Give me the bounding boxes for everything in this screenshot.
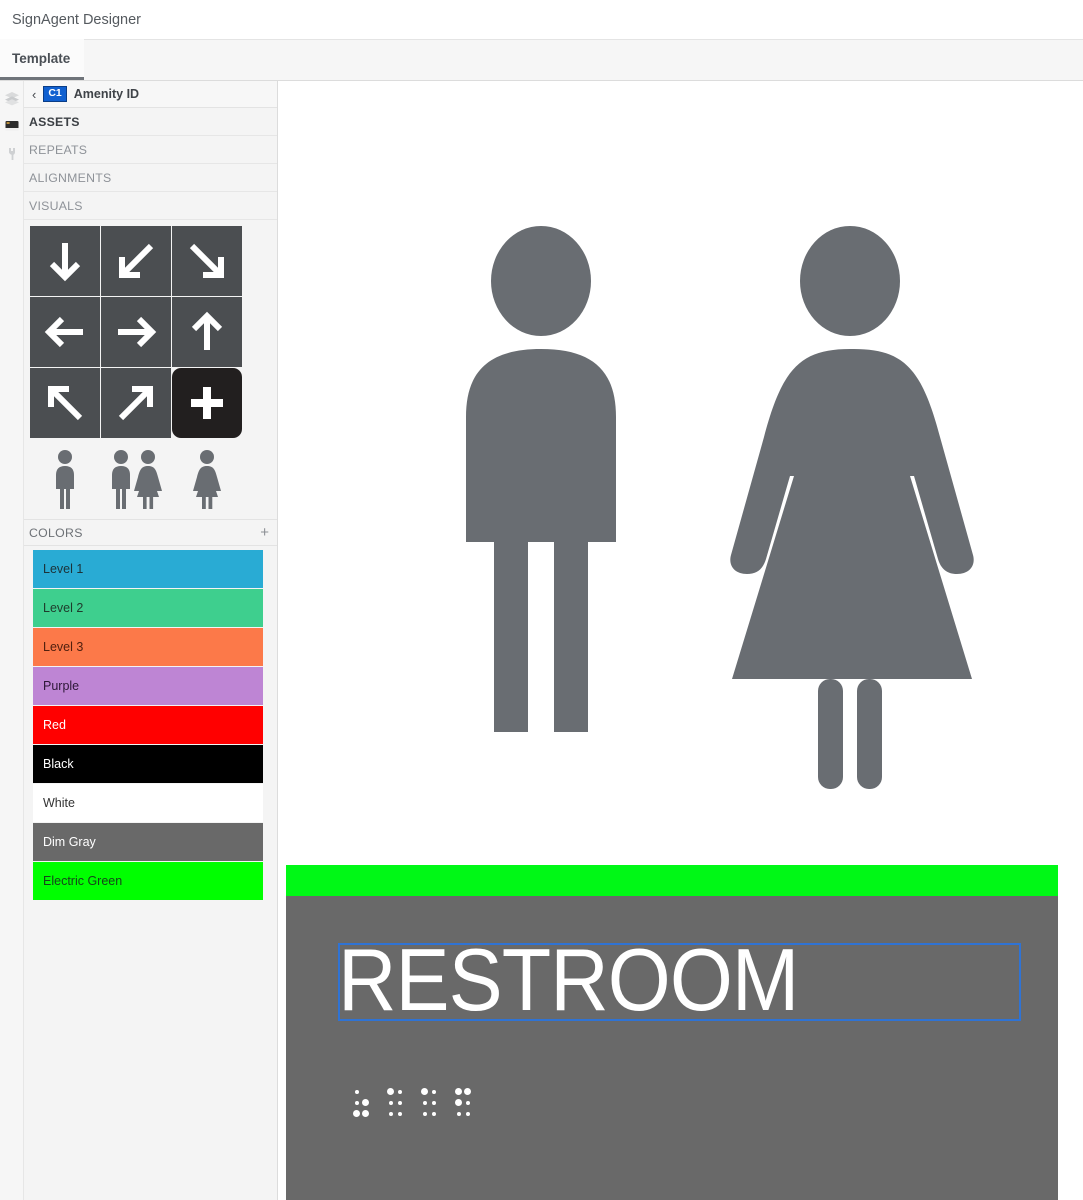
braille-dot bbox=[397, 1111, 402, 1116]
color-swatch[interactable]: Electric Green bbox=[33, 862, 263, 900]
colors-title: COLORS bbox=[29, 525, 83, 540]
man-pictogram[interactable] bbox=[30, 441, 100, 509]
color-swatch[interactable]: Red bbox=[33, 706, 263, 744]
main-body: ‹ C1 Amenity ID ASSETS REPEATS ALIGNMENTS… bbox=[0, 81, 1083, 1200]
sidebar-item-visuals-label: VISUALS bbox=[29, 198, 83, 213]
color-swatch[interactable]: Level 3 bbox=[33, 628, 263, 666]
braille-dot bbox=[362, 1088, 369, 1095]
color-swatch-label: Dim Gray bbox=[43, 835, 96, 849]
color-swatch-label: Level 3 bbox=[43, 640, 84, 654]
arrow-up-left-tile[interactable] bbox=[30, 368, 100, 438]
braille-dot bbox=[455, 1088, 462, 1095]
braille-dot bbox=[353, 1110, 360, 1117]
color-swatch[interactable]: Level 1 bbox=[33, 550, 263, 588]
braille-dot bbox=[354, 1089, 359, 1094]
breadcrumb: ‹ C1 Amenity ID bbox=[24, 81, 277, 108]
sidebar-item-alignments-label: ALIGNMENTS bbox=[29, 170, 112, 185]
braille-cell bbox=[386, 1086, 404, 1119]
layers-icon[interactable] bbox=[3, 89, 21, 107]
icon-rail bbox=[0, 81, 24, 1200]
sidebar-item-repeats[interactable]: REPEATS bbox=[24, 136, 277, 164]
left-panel: ‹ C1 Amenity ID ASSETS REPEATS ALIGNMENTS… bbox=[24, 81, 278, 1200]
breadcrumb-label: Amenity ID bbox=[73, 87, 140, 101]
breadcrumb-back-icon[interactable]: ‹ bbox=[32, 88, 36, 101]
canvas-pictograms[interactable] bbox=[348, 151, 988, 826]
plus-tile[interactable] bbox=[172, 368, 242, 438]
color-swatch[interactable]: Dim Gray bbox=[33, 823, 263, 861]
pictogram-row bbox=[30, 441, 277, 509]
sidebar-item-assets-label: ASSETS bbox=[29, 114, 80, 129]
board-icon[interactable] bbox=[3, 117, 21, 135]
braille-cell bbox=[454, 1086, 472, 1119]
colors-block: COLORS + Level 1 Level 2 Level 3 Purple … bbox=[24, 519, 277, 909]
man-woman-pictogram[interactable] bbox=[101, 441, 171, 509]
braille-dot bbox=[388, 1111, 393, 1116]
color-swatch[interactable]: Level 2 bbox=[33, 589, 263, 627]
assets-area bbox=[24, 220, 277, 519]
asset-tile-grid bbox=[30, 226, 277, 438]
color-swatch[interactable]: Black bbox=[33, 745, 263, 783]
color-swatch-label: Black bbox=[43, 757, 74, 771]
color-swatch-label: Electric Green bbox=[43, 874, 123, 888]
tab-template[interactable]: Template bbox=[0, 39, 85, 80]
app-title: SignAgent Designer bbox=[12, 11, 141, 28]
sidebar-item-assets[interactable]: ASSETS bbox=[24, 108, 277, 136]
sidebar-item-alignments[interactable]: ALIGNMENTS bbox=[24, 164, 277, 192]
color-swatch-label: Level 2 bbox=[43, 601, 84, 615]
braille-dot bbox=[397, 1089, 402, 1094]
color-swatch-label: Purple bbox=[43, 679, 80, 693]
selection-box[interactable] bbox=[338, 943, 1021, 1021]
braille-dot bbox=[455, 1099, 462, 1106]
braille-cell bbox=[420, 1086, 438, 1119]
braille-dot bbox=[422, 1100, 427, 1105]
color-swatch-label: Level 1 bbox=[43, 562, 84, 576]
sign-body[interactable]: RESTROOM bbox=[286, 896, 1058, 1200]
arrow-right-tile[interactable] bbox=[101, 297, 171, 367]
braille-dot bbox=[362, 1099, 369, 1106]
add-color-icon[interactable]: + bbox=[260, 525, 269, 540]
braille-row bbox=[352, 1086, 472, 1119]
breadcrumb-badge[interactable]: C1 bbox=[43, 85, 67, 102]
color-swatch-list: Level 1 Level 2 Level 3 Purple Red Black… bbox=[24, 546, 277, 909]
sign-color-bar[interactable] bbox=[286, 865, 1058, 896]
design-canvas[interactable]: RESTROOM bbox=[278, 81, 1083, 1200]
braille-dot bbox=[431, 1100, 436, 1105]
braille-dot bbox=[354, 1100, 359, 1105]
color-swatch[interactable]: White bbox=[33, 784, 263, 822]
braille-dot bbox=[464, 1088, 471, 1095]
arrow-down-tile[interactable] bbox=[30, 226, 100, 296]
woman-pictogram[interactable] bbox=[172, 441, 242, 509]
braille-dot bbox=[431, 1089, 436, 1094]
braille-dot bbox=[431, 1111, 436, 1116]
color-swatch[interactable]: Purple bbox=[33, 667, 263, 705]
braille-dot bbox=[397, 1100, 402, 1105]
braille-dot bbox=[456, 1111, 461, 1116]
braille-dot bbox=[388, 1100, 393, 1105]
braille-dot bbox=[465, 1100, 470, 1105]
tab-strip: Template bbox=[0, 39, 1083, 81]
arrow-left-tile[interactable] bbox=[30, 297, 100, 367]
sidebar-item-repeats-label: REPEATS bbox=[29, 142, 88, 157]
colors-header: COLORS + bbox=[24, 519, 277, 546]
braille-cell bbox=[352, 1086, 370, 1119]
braille-dot bbox=[387, 1088, 394, 1095]
sidebar-item-visuals[interactable]: VISUALS bbox=[24, 192, 277, 220]
app-titlebar: SignAgent Designer bbox=[0, 0, 1083, 40]
arrow-down-right-tile[interactable] bbox=[172, 226, 242, 296]
braille-dot bbox=[465, 1111, 470, 1116]
arrow-up-tile[interactable] bbox=[172, 297, 242, 367]
braille-dot bbox=[421, 1088, 428, 1095]
color-swatch-label: White bbox=[43, 796, 75, 810]
sign-preview[interactable]: RESTROOM bbox=[286, 865, 1058, 1200]
braille-dot bbox=[362, 1110, 369, 1117]
arrow-up-right-tile[interactable] bbox=[101, 368, 171, 438]
pin-icon[interactable] bbox=[3, 145, 21, 163]
arrow-down-left-tile[interactable] bbox=[101, 226, 171, 296]
tab-template-label: Template bbox=[12, 50, 71, 66]
color-swatch-label: Red bbox=[43, 718, 66, 732]
braille-dot bbox=[422, 1111, 427, 1116]
